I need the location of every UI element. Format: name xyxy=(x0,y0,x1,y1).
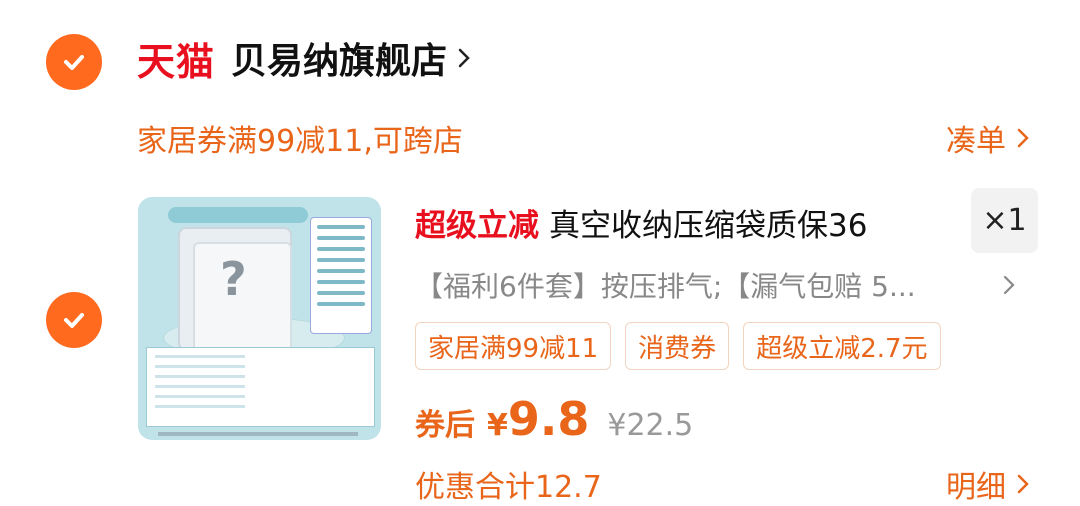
chevron-right-icon xyxy=(1017,128,1029,148)
check-icon xyxy=(64,313,84,328)
product-title-row[interactable]: 超级立减 真空收纳压缩袋质保36 xyxy=(415,200,965,244)
currency-symbol: ¥ xyxy=(487,408,508,443)
chevron-right-icon xyxy=(1017,474,1029,494)
promo-tags: 家居满99减11 消费券 超级立减2.7元 xyxy=(415,322,941,370)
tmall-logo: 天猫 xyxy=(137,39,216,84)
product-thumbnail[interactable]: ? xyxy=(138,197,381,440)
product-title: 真空收纳压缩袋质保36 xyxy=(549,207,868,244)
price-value: 9.8 xyxy=(507,392,590,446)
discount-detail-link[interactable]: 明细 xyxy=(946,462,1030,506)
promo-tag-item: 家居满99减11 xyxy=(415,322,612,370)
promo-tag-item: 消费券 xyxy=(625,322,730,370)
sku-selector[interactable]: 【福利6件套】按压排气;【漏气包赔 5... xyxy=(415,265,1035,305)
chevron-right-icon xyxy=(458,48,470,68)
quantity-button[interactable]: ×1 xyxy=(971,188,1038,253)
check-icon xyxy=(64,55,84,70)
shop-coupon-text: 家居券满99减11,可跨店 xyxy=(137,124,463,159)
price-label: 券后 xyxy=(415,408,475,443)
detail-label: 明细 xyxy=(946,470,1006,505)
thumb-feature-panel xyxy=(310,217,372,334)
original-price: ¥22.5 xyxy=(607,408,694,443)
add-items-link[interactable]: 凑单 xyxy=(946,116,1030,160)
promo-tag: 超级立减 xyxy=(415,207,539,244)
thumb-banner xyxy=(168,207,308,223)
sku-text: 【福利6件套】按压排气;【漏气包赔 5... xyxy=(415,270,916,303)
discount-total: 优惠合计12.7 xyxy=(415,470,602,505)
chevron-right-icon xyxy=(1003,275,1015,295)
thumb-footnote xyxy=(158,432,358,436)
thumb-size-table xyxy=(146,347,375,427)
item-select-checkbox[interactable] xyxy=(46,292,102,348)
shop-select-checkbox[interactable] xyxy=(46,34,102,90)
shop-header[interactable]: 天猫 贝易纳旗舰店 xyxy=(137,30,471,86)
thumb-question-mark: ? xyxy=(220,252,247,306)
shop-name[interactable]: 贝易纳旗舰店 xyxy=(231,32,447,84)
add-items-label: 凑单 xyxy=(946,124,1006,159)
price-row: 券后 ¥ 9.8 ¥22.5 xyxy=(415,392,693,450)
promo-tag-item: 超级立减2.7元 xyxy=(743,322,941,370)
